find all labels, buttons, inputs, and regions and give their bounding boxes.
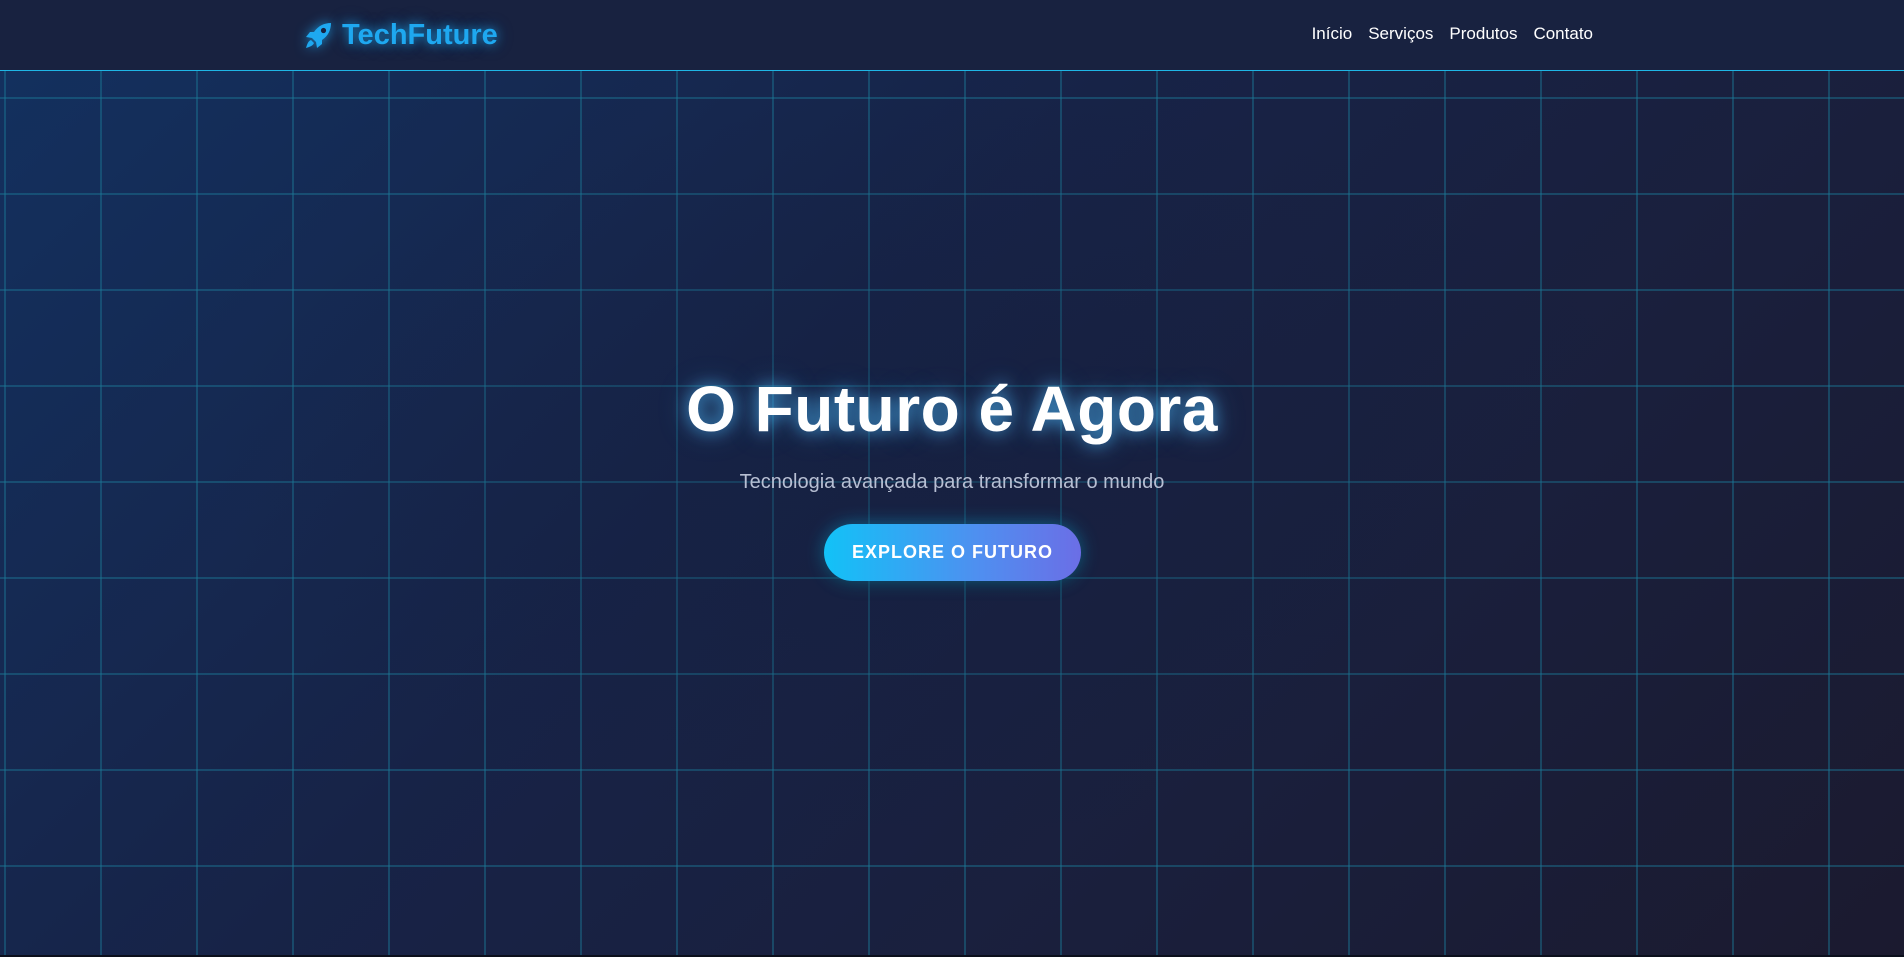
nav-link-produtos[interactable]: Produtos — [1449, 23, 1517, 45]
nav-link-inicio[interactable]: Início — [1312, 23, 1353, 45]
nav-link-contato[interactable]: Contato — [1533, 23, 1593, 45]
logo[interactable]: TechFuture — [304, 15, 498, 55]
navbar: TechFuture Início Serviços Produtos Cont… — [0, 0, 1904, 71]
hero-subtitle: Tecnologia avançada para transformar o m… — [739, 471, 1165, 493]
explore-button[interactable]: EXPLORE O FUTURO — [824, 524, 1081, 581]
logo-text: TechFuture — [342, 18, 498, 51]
hero-content: O Futuro é Agora Tecnologia avançada par… — [0, 71, 1904, 956]
nav-link-servicos[interactable]: Serviços — [1368, 23, 1433, 45]
main-nav: Início Serviços Produtos Contato — [1312, 23, 1593, 45]
page: TechFuture Início Serviços Produtos Cont… — [0, 0, 1904, 957]
hero-section: O Futuro é Agora Tecnologia avançada par… — [0, 71, 1904, 956]
hero-title: O Futuro é Agora — [686, 373, 1218, 445]
rocket-icon — [304, 20, 334, 50]
